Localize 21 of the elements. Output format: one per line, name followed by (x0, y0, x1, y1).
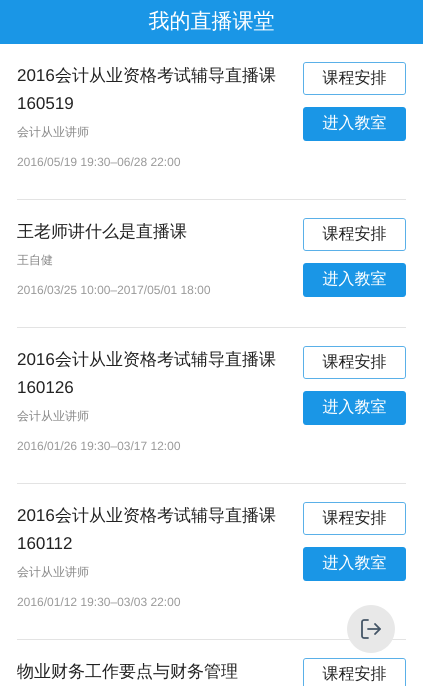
teacher-name: 会计从业讲师 (17, 564, 90, 580)
teacher-name: 会计从业讲师 (17, 408, 90, 424)
teacher-name: 会计从业讲师 (17, 124, 90, 140)
time-range: 2016/05/19 19:30–06/28 22:00 (17, 154, 182, 170)
time-range: 2016/03/25 10:00–2017/05/01 18:00 (17, 282, 212, 298)
schedule-button[interactable]: 课程安排 (303, 502, 406, 535)
exit-icon (359, 617, 383, 641)
time-range: 2016/01/26 19:30–03/17 12:00 (17, 438, 182, 454)
course-title: 物业财务工作要点与财务管理 (17, 661, 239, 683)
schedule-button[interactable]: 课程安排 (303, 62, 406, 95)
course-title: 2016会计从业资格考试辅导直播课160112 (17, 505, 277, 555)
page-title: 我的直播课堂 (148, 9, 274, 36)
schedule-button[interactable]: 课程安排 (303, 658, 406, 686)
time-range: 2016/01/12 19:30–03/03 22:00 (17, 594, 182, 610)
course-title: 王老师讲什么是直播课 (17, 221, 188, 243)
teacher-name: 王自健 (17, 252, 54, 268)
course-title: 2016会计从业资格考试辅导直播课160519 (17, 65, 277, 115)
course-title: 2016会计从业资格考试辅导直播课160126 (17, 349, 277, 399)
schedule-button[interactable]: 课程安排 (303, 346, 406, 379)
schedule-button[interactable]: 课程安排 (303, 218, 406, 251)
exit-button[interactable] (347, 605, 395, 653)
